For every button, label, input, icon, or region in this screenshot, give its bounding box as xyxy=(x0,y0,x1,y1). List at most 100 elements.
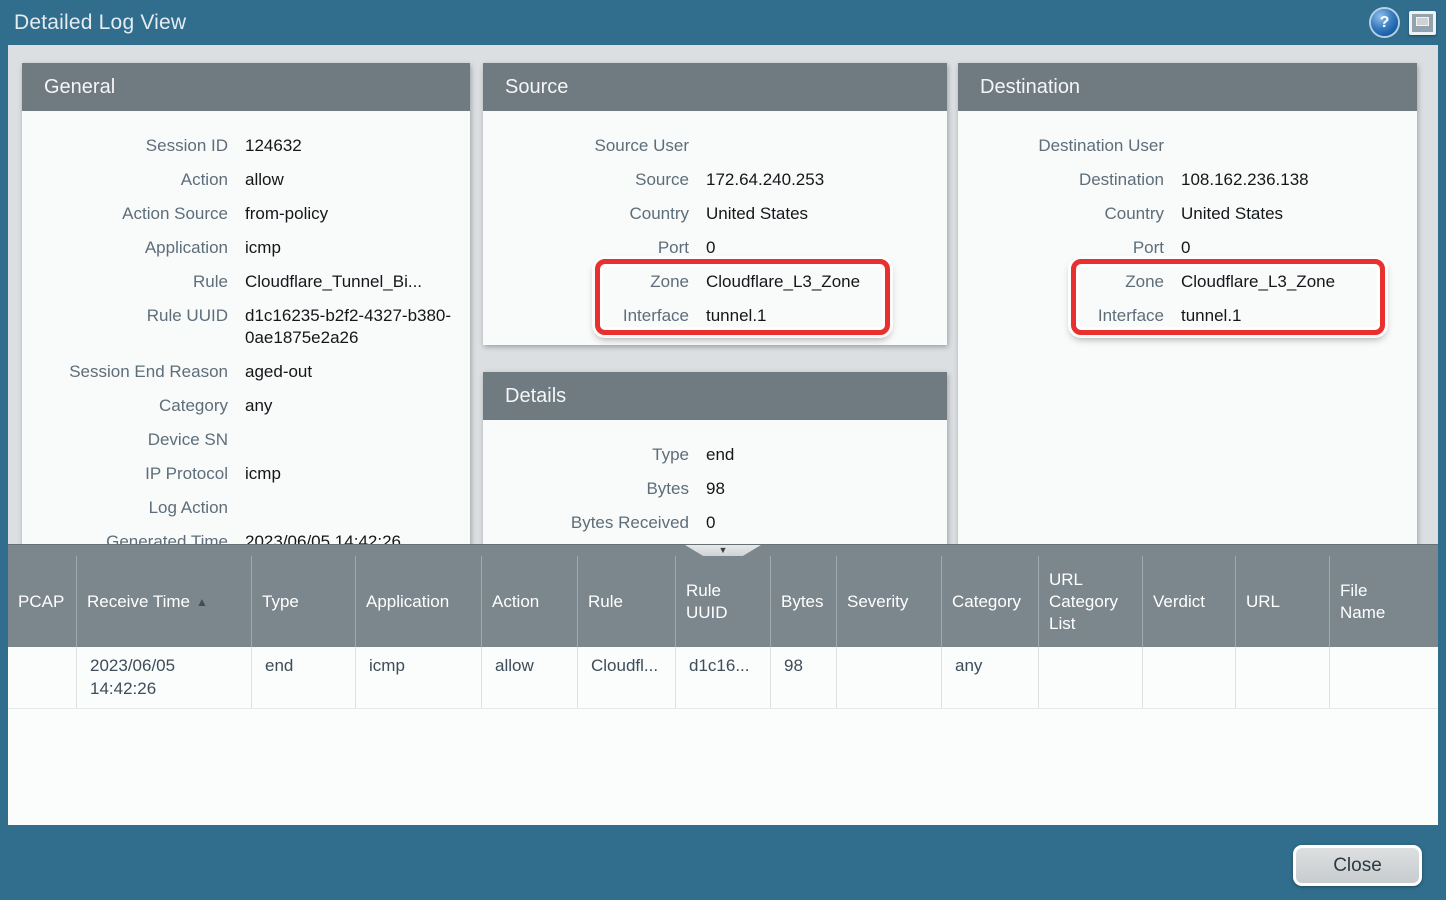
general-panel-body: Session ID124632 Actionallow Action Sour… xyxy=(22,111,470,544)
details-panel-title: Details xyxy=(483,372,947,420)
field-row-country: CountryUnited States xyxy=(958,197,1407,231)
field-value: 2023/06/05 14:42:26 xyxy=(245,531,401,544)
column-header-receive-time[interactable]: Receive Time▲ xyxy=(76,556,251,647)
field-label: Rule UUID xyxy=(22,305,228,349)
field-row-source-user: Source User xyxy=(483,129,937,163)
field-row-session-end-reason: Session End Reason aged-out xyxy=(22,355,460,389)
field-label: Destination xyxy=(958,169,1164,191)
field-label: Log Action xyxy=(22,497,228,519)
column-header-url-category-list[interactable]: URL Category List xyxy=(1038,556,1142,647)
window-restore-icon[interactable] xyxy=(1409,11,1436,35)
field-value: from-policy xyxy=(245,203,328,225)
field-value: Cloudflare_L3_Zone xyxy=(1181,271,1335,293)
field-value: 172.64.240.253 xyxy=(706,169,824,191)
field-value: aged-out xyxy=(245,361,312,383)
log-table-region: ▼ PCAP Receive Time▲ Type Application Ac… xyxy=(8,544,1438,825)
general-panel-title: General xyxy=(22,63,470,111)
field-value: tunnel.1 xyxy=(706,305,767,327)
source-panel: Source Source User Source172.64.240.253 … xyxy=(483,63,947,345)
cell-pcap xyxy=(8,647,76,708)
source-panel-body: Source User Source172.64.240.253 Country… xyxy=(483,111,947,343)
cell-url-category-list xyxy=(1038,647,1142,708)
field-value: end xyxy=(706,444,734,466)
column-header-pcap[interactable]: PCAP xyxy=(8,556,76,647)
field-value: United States xyxy=(706,203,808,225)
field-value: allow xyxy=(245,169,284,191)
column-header-bytes[interactable]: Bytes xyxy=(770,556,836,647)
field-label: Source xyxy=(483,169,689,191)
field-label: Bytes xyxy=(483,478,689,500)
chevron-down-icon: ▼ xyxy=(719,546,728,555)
field-label: Generated Time xyxy=(22,531,228,544)
close-button[interactable]: Close xyxy=(1293,845,1422,886)
general-panel: General Session ID 124632 Action allow Act… xyxy=(22,63,470,544)
field-row-action: Action allow xyxy=(22,163,460,197)
field-row-type: Typeend xyxy=(483,438,937,472)
field-value: United States xyxy=(1181,203,1283,225)
field-label: IP Protocol xyxy=(22,463,228,485)
splitter-collapse-handle[interactable]: ▼ xyxy=(685,545,761,556)
field-row-destination-user: Destination User xyxy=(958,129,1407,163)
field-label: Action xyxy=(22,169,228,191)
field-row-generated-time: Generated Time 2023/06/05 14:42:26 xyxy=(22,525,460,544)
cell-verdict xyxy=(1142,647,1235,708)
field-row-bytes: Bytes98 xyxy=(483,472,937,506)
field-label: Rule xyxy=(22,271,228,293)
column-header-type[interactable]: Type xyxy=(251,556,355,647)
help-icon[interactable]: ? xyxy=(1371,9,1398,36)
field-value: 0 xyxy=(1181,237,1190,259)
field-value: 124632 xyxy=(245,135,302,157)
column-header-file-name[interactable]: File Name xyxy=(1329,556,1438,647)
column-header-category[interactable]: Category xyxy=(941,556,1038,647)
cell-rule: Cloudfl... xyxy=(577,647,675,708)
field-label: Interface xyxy=(483,305,689,327)
field-row-session-id: Session ID 124632 xyxy=(22,129,460,163)
column-header-application[interactable]: Application xyxy=(355,556,481,647)
field-label: Type xyxy=(483,444,689,466)
field-row-bytes-received: Bytes Received0 xyxy=(483,506,937,540)
field-value: any xyxy=(245,395,272,417)
field-value: d1c16235-b2f2-4327-b380-0ae1875e2a26 xyxy=(245,305,457,349)
column-header-action[interactable]: Action xyxy=(481,556,577,647)
field-label: Interface xyxy=(958,305,1164,327)
cell-bytes: 98 xyxy=(770,647,836,708)
cell-rule-uuid: d1c16... xyxy=(675,647,770,708)
cell-url xyxy=(1235,647,1329,708)
field-label: Application xyxy=(22,237,228,259)
field-row-port: Port0 xyxy=(483,231,937,265)
field-row-category: Category any xyxy=(22,389,460,423)
column-header-verdict[interactable]: Verdict xyxy=(1142,556,1235,647)
window-restore-icon-inner xyxy=(1416,17,1429,26)
column-header-rule-uuid[interactable]: Rule UUID xyxy=(675,556,770,647)
dialog-footer: Close xyxy=(0,825,1446,900)
field-label: Category xyxy=(22,395,228,417)
log-table-row[interactable]: 2023/06/05 14:42:26 end icmp allow Cloud… xyxy=(8,647,1438,709)
field-value: 0 xyxy=(706,237,715,259)
dialog-title: Detailed Log View xyxy=(14,11,186,35)
panel-table-splitter: ▼ xyxy=(8,544,1438,556)
column-header-severity[interactable]: Severity xyxy=(836,556,941,647)
field-row-port: Port0 xyxy=(958,231,1407,265)
field-label: Source User xyxy=(483,135,689,157)
field-value: icmp xyxy=(245,237,281,259)
field-value: Cloudflare_Tunnel_Bi... xyxy=(245,271,422,293)
column-header-rule[interactable]: Rule xyxy=(577,556,675,647)
field-label: Session ID xyxy=(22,135,228,157)
column-header-label: Receive Time xyxy=(87,591,190,613)
field-value: tunnel.1 xyxy=(1181,305,1242,327)
field-row-zone: ZoneCloudflare_L3_Zone xyxy=(958,265,1407,299)
field-row-ip-protocol: IP Protocolicmp xyxy=(22,457,460,491)
field-label: Zone xyxy=(483,271,689,293)
cell-receive-time: 2023/06/05 14:42:26 xyxy=(76,647,251,708)
field-row-rule-uuid: Rule UUID d1c16235-b2f2-4327-b380-0ae1875… xyxy=(22,299,460,355)
column-header-url[interactable]: URL xyxy=(1235,556,1329,647)
log-detail-panels-area: General Session ID 124632 Action allow Act… xyxy=(8,45,1438,544)
field-row-zone: ZoneCloudflare_L3_Zone xyxy=(483,265,937,299)
cell-action: allow xyxy=(481,647,577,708)
field-label: Device SN xyxy=(22,429,228,451)
field-row-source: Source 172.64.240.253 xyxy=(483,163,937,197)
field-row-device-sn: Device SN xyxy=(22,423,460,457)
field-row-log-action: Log Action xyxy=(22,491,460,525)
field-label: Session End Reason xyxy=(22,361,228,383)
field-row-destination: Destination108.162.236.138 xyxy=(958,163,1407,197)
